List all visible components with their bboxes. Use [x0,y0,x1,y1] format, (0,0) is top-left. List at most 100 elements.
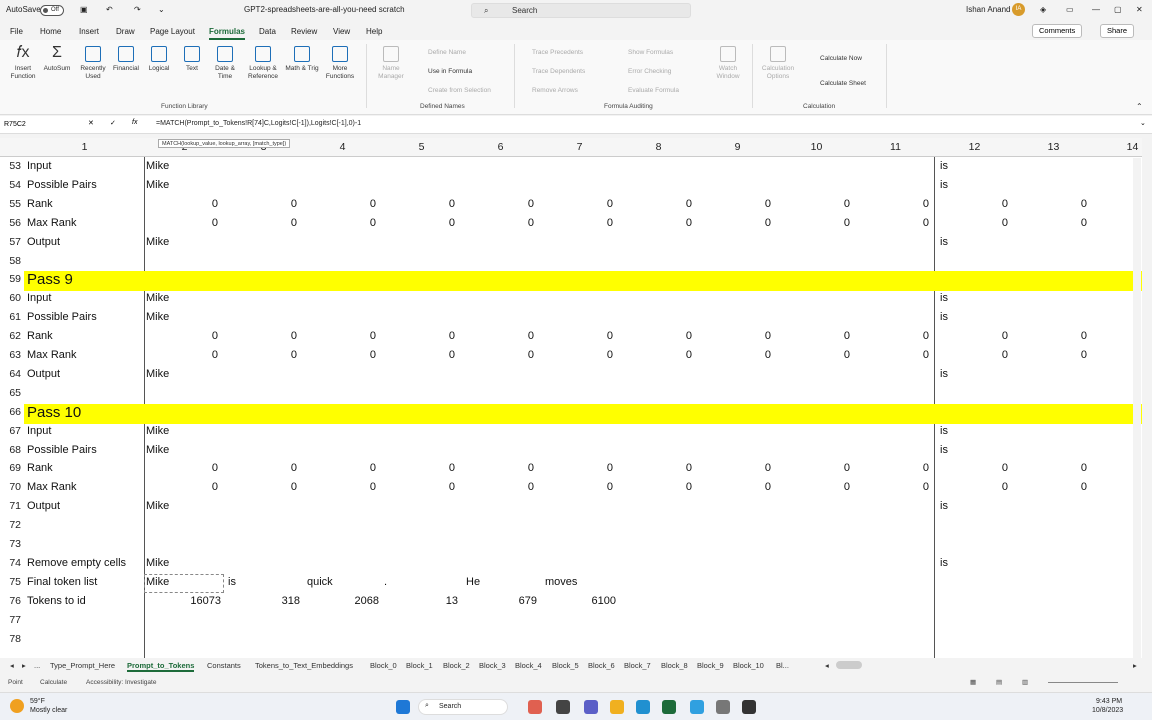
math-trig-button[interactable]: Math & Trig [285,46,319,73]
cell-value[interactable]: 0 [224,481,297,493]
cell-value[interactable]: 0 [619,481,692,493]
row-header[interactable]: 59 [0,273,24,285]
comments-button[interactable]: Comments [1032,24,1083,38]
column-header[interactable]: 7 [540,138,619,157]
row-label[interactable]: Possible Pairs [27,444,97,456]
pass-title[interactable]: Pass 10 [27,404,81,421]
horizontal-scrollbar[interactable] [836,661,862,669]
more-functions-button[interactable]: More Functions [320,46,360,81]
cell-token[interactable]: is [940,292,948,304]
cell-value[interactable]: 0 [1014,198,1087,210]
row-header[interactable]: 61 [0,311,24,323]
spreadsheet-grid[interactable]: 123456789101112131453InputMikeis54Possib… [0,138,1142,658]
zoom-slider[interactable] [1048,682,1118,683]
cell-value[interactable]: 0 [777,217,850,229]
cell-value[interactable]: 0 [856,330,929,342]
token-id-cell[interactable]: 318 [224,595,300,607]
column-header[interactable]: 14 [1093,138,1142,157]
menu-draw[interactable]: Draw [116,27,135,36]
cell-token[interactable]: is [940,444,948,456]
user-name[interactable]: Ishan Anand [966,5,1010,14]
cell-value[interactable]: 0 [540,198,613,210]
calculation-options-button[interactable]: Calculation Options [758,46,798,81]
row-label[interactable]: Rank [27,462,53,474]
cell-token[interactable]: Mike [146,311,169,323]
cell-value[interactable]: 0 [1014,349,1087,361]
cell-value[interactable]: 0 [540,217,613,229]
row-header[interactable]: 67 [0,425,24,437]
sheet-tab[interactable]: Block_10 [733,661,764,670]
date-time-button[interactable]: Date & Time [208,46,242,81]
cell-token[interactable]: is [940,311,948,323]
cell-value[interactable]: 0 [461,462,534,474]
logical-button[interactable]: Logical [144,46,174,73]
row-header[interactable]: 71 [0,500,24,512]
customize-qat-icon[interactable]: ⌄ [158,5,165,14]
cell-token[interactable]: is [940,425,948,437]
sheet-tab[interactable]: Constants [207,661,241,670]
cell-token[interactable]: is [940,500,948,512]
cell-token[interactable]: Mike [146,179,169,191]
final-token-cell[interactable]: . [384,576,387,588]
cell-value[interactable]: 0 [145,349,218,361]
cell-value[interactable]: 0 [856,349,929,361]
next-sheet-icon[interactable]: ▸ [22,661,26,670]
row-header[interactable]: 53 [0,160,24,172]
column-header[interactable]: 1 [24,138,145,157]
row-header[interactable]: 57 [0,236,24,248]
cell-value[interactable]: 0 [461,349,534,361]
cell-value[interactable]: 0 [540,462,613,474]
evaluate-formula-button[interactable]: Evaluate Formula [628,87,679,94]
sheet-tab[interactable]: Block_9 [697,661,724,670]
taskbar-search[interactable]: ⌕ Search [418,699,508,715]
trace-precedents-button[interactable]: Trace Precedents [532,49,583,56]
cell-value[interactable]: 0 [382,462,455,474]
row-header[interactable]: 72 [0,519,24,531]
cell-value[interactable]: 0 [461,481,534,493]
cell-token[interactable]: Mike [146,160,169,172]
clock-time[interactable]: 9:43 PM [1096,698,1122,705]
cell-value[interactable]: 0 [382,217,455,229]
cell-token[interactable]: Mike [146,557,169,569]
cell-value[interactable]: 0 [698,198,771,210]
name-manager-button[interactable]: Name Manager [374,46,408,81]
row-label[interactable]: Rank [27,198,53,210]
status-calculate[interactable]: Calculate [40,679,67,686]
calculate-now-button[interactable]: Calculate Now [820,55,862,62]
cell-value[interactable]: 0 [935,217,1008,229]
token-id-cell[interactable]: 16073 [145,595,221,607]
file-explorer-icon[interactable] [610,700,624,714]
row-label[interactable]: Input [27,425,51,437]
sheet-tab[interactable]: Block_0 [370,661,397,670]
cell-value[interactable]: 0 [619,462,692,474]
row-header[interactable]: 76 [0,595,24,607]
cell-value[interactable]: 0 [303,349,376,361]
formula-input[interactable]: =MATCH(Prompt_to_Tokens!R[74]C,Logits!C[… [156,120,361,127]
enter-icon[interactable]: ✓ [110,119,116,127]
cell-value[interactable]: 0 [303,481,376,493]
sheet-tab[interactable]: Tokens_to_Text_Embeddings [255,661,353,670]
cell-value[interactable]: 0 [1014,481,1087,493]
share-button[interactable]: Share [1100,24,1135,38]
edge-icon[interactable] [636,700,650,714]
clock-date[interactable]: 10/8/2023 [1092,707,1123,714]
cell-value[interactable]: 0 [145,481,218,493]
menu-insert[interactable]: Insert [79,27,99,36]
cell-value[interactable]: 0 [224,217,297,229]
redo-icon[interactable]: ↷ [134,5,141,14]
cell-value[interactable]: 0 [698,481,771,493]
save-icon[interactable]: ▣ [80,5,88,14]
cell-value[interactable]: 0 [698,217,771,229]
cell-token[interactable]: Mike [146,425,169,437]
avatar[interactable]: IA [1012,3,1025,16]
cell-token[interactable]: is [940,368,948,380]
cell-value[interactable]: 0 [698,462,771,474]
cell-token[interactable]: is [940,557,948,569]
cancel-icon[interactable]: ✕ [88,119,94,127]
row-label[interactable]: Output [27,236,60,248]
row-label[interactable]: Input [27,160,51,172]
lookup-reference-button[interactable]: Lookup & Reference [243,46,283,81]
cell-value[interactable]: 0 [935,198,1008,210]
cell-value[interactable]: 0 [777,198,850,210]
create-from-selection-button[interactable]: Create from Selection [428,87,491,94]
